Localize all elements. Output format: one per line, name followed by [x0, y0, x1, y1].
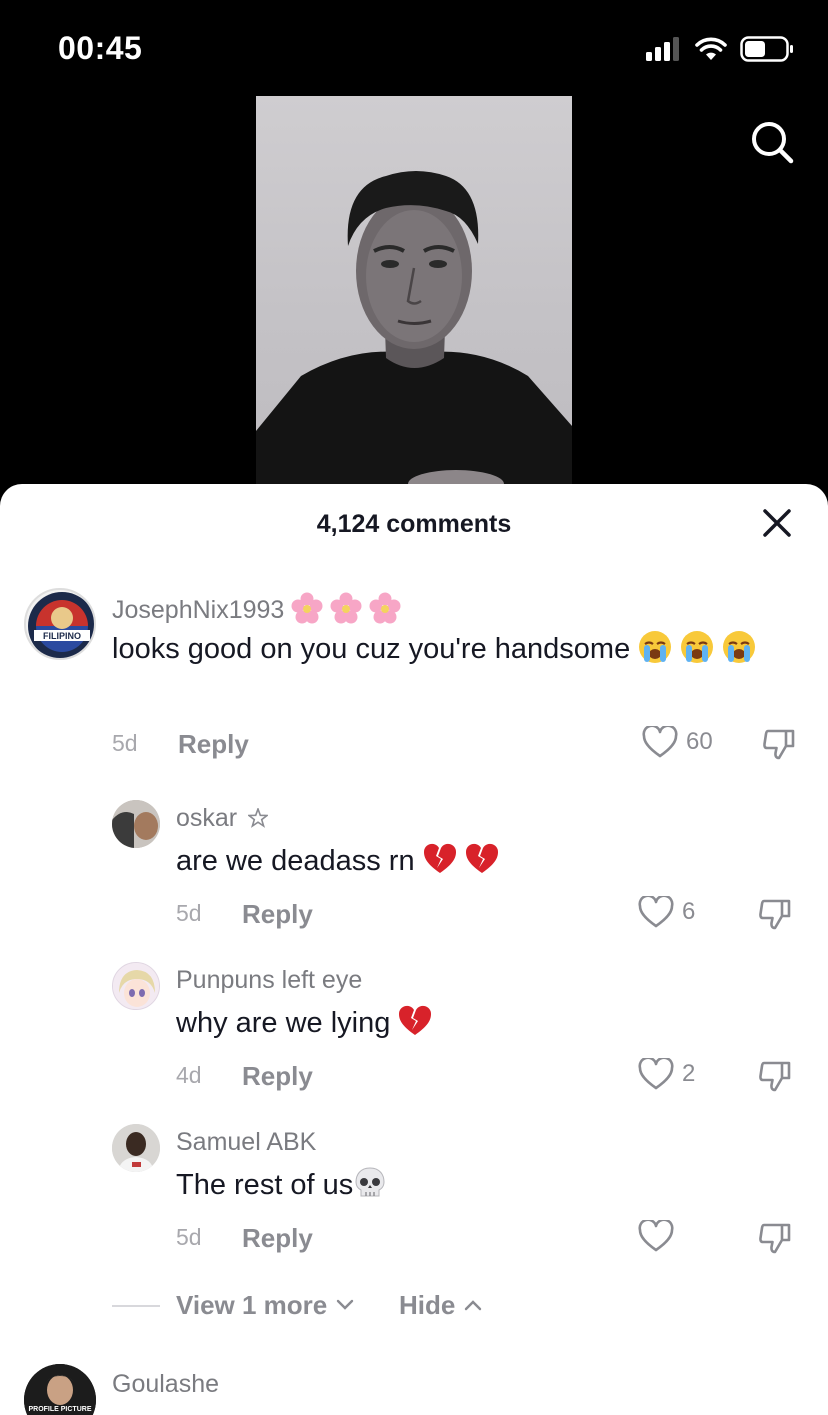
star-icon [246, 806, 270, 828]
search-icon [752, 122, 794, 164]
broken-heart-emoji-icon [398, 1005, 432, 1039]
status-icons [646, 36, 794, 62]
reply-text-content: The rest of us [176, 1169, 354, 1201]
username-text: oskar [176, 804, 238, 832]
status-bar: 00:45 [0, 0, 828, 96]
heart-icon [638, 1058, 674, 1090]
heart-icon [638, 1220, 674, 1252]
avatar-image [113, 963, 159, 1009]
reply-username[interactable]: Punpuns left eye [176, 966, 362, 995]
cellular-signal-icon [646, 37, 679, 61]
like-button[interactable]: 2 [638, 1058, 695, 1090]
like-count: 2 [682, 1060, 696, 1087]
view-more-replies-button[interactable]: View 1 more [176, 1290, 355, 1321]
close-icon [763, 509, 791, 537]
avatar-caption: PROFILE PICTURE [28, 1406, 91, 1413]
hide-replies-button[interactable]: Hide [399, 1290, 483, 1321]
reply-time: 5d [176, 1224, 202, 1250]
reply-button[interactable]: Reply [242, 1223, 313, 1254]
avatar[interactable] [112, 1124, 160, 1172]
view-more-label: View 1 more [176, 1290, 328, 1320]
avatar-image [112, 800, 160, 848]
reply-username[interactable]: oskar [176, 804, 270, 833]
avatar-image [112, 1124, 160, 1172]
thumbs-down-icon [759, 899, 791, 930]
battery-icon [740, 36, 793, 62]
avatar[interactable]: PROFILE PICTURE [24, 1364, 96, 1415]
comment-username[interactable]: JosephNix1993 [112, 592, 401, 625]
thumbs-down-icon [759, 1061, 791, 1092]
video-person-image [256, 171, 572, 496]
reply-button[interactable]: Reply [242, 1061, 313, 1092]
comment-username[interactable]: Goulashe [112, 1370, 219, 1399]
heart-icon [642, 726, 678, 758]
heart-icon [638, 896, 674, 928]
reply-text-content: are we deadass rn [176, 845, 415, 877]
badge-text: FILIPINO [43, 631, 81, 641]
reply-time: 5d [176, 900, 202, 926]
avatar[interactable] [112, 962, 160, 1010]
username-text: Punpuns left eye [176, 966, 363, 994]
reply-button[interactable]: Reply [178, 729, 249, 760]
replies-divider [112, 1305, 160, 1307]
cherry-blossom-emoji-icon [291, 592, 401, 624]
reply-username[interactable]: Samuel ABK [176, 1128, 316, 1157]
avatar[interactable]: FILIPINO [24, 588, 96, 660]
video-player[interactable] [256, 96, 572, 496]
dislike-button[interactable] [758, 897, 792, 936]
status-time: 00:45 [58, 30, 143, 66]
close-button[interactable] [762, 508, 792, 538]
reply-text: are we deadass rn [176, 842, 796, 880]
dislike-button[interactable] [758, 1221, 792, 1260]
like-count: 6 [682, 898, 696, 925]
username-text: Goulashe [112, 1370, 220, 1398]
dislike-button[interactable] [758, 1059, 792, 1098]
like-button[interactable]: 6 [638, 896, 695, 928]
reply-button[interactable]: Reply [242, 899, 313, 930]
comments-count-title: 4,124 comments [316, 510, 512, 538]
like-count: 60 [686, 728, 713, 755]
comment-text: looks good on you cuz you're handsome [112, 630, 792, 668]
wifi-icon [695, 37, 727, 60]
username-text: Samuel ABK [176, 1128, 317, 1156]
thumbs-down-icon [759, 1223, 791, 1254]
comment-time: 5d [112, 730, 138, 756]
username-text: JosephNix1993 [112, 596, 285, 624]
reply-time: 4d [176, 1062, 202, 1088]
avatar-image: PROFILE PICTURE [24, 1364, 96, 1415]
search-button[interactable] [748, 118, 796, 166]
comment-text-content: looks good on you cuz you're handsome [112, 633, 631, 665]
hide-label: Hide [399, 1290, 456, 1320]
chevron-up-icon [464, 1300, 481, 1311]
comments-sheet: 4,124 comments FILIPINO JosephNix1993 lo… [0, 484, 828, 1415]
broken-heart-emoji-icon [423, 843, 499, 877]
avatar[interactable] [112, 800, 160, 848]
dislike-button[interactable] [762, 727, 796, 766]
thumbs-down-icon [763, 729, 795, 760]
reply-text: why are we lying [176, 1004, 796, 1042]
reply-text: The rest of us [176, 1166, 796, 1204]
chevron-down-icon [336, 1299, 353, 1310]
skull-emoji-icon [353, 1167, 387, 1201]
reply-text-content: why are we lying [176, 1007, 391, 1039]
filipino-badge-image: FILIPINO [28, 592, 94, 658]
like-button[interactable]: 60 [642, 726, 713, 758]
like-button[interactable] [638, 1220, 682, 1252]
crying-face-emoji-icon [638, 631, 756, 665]
